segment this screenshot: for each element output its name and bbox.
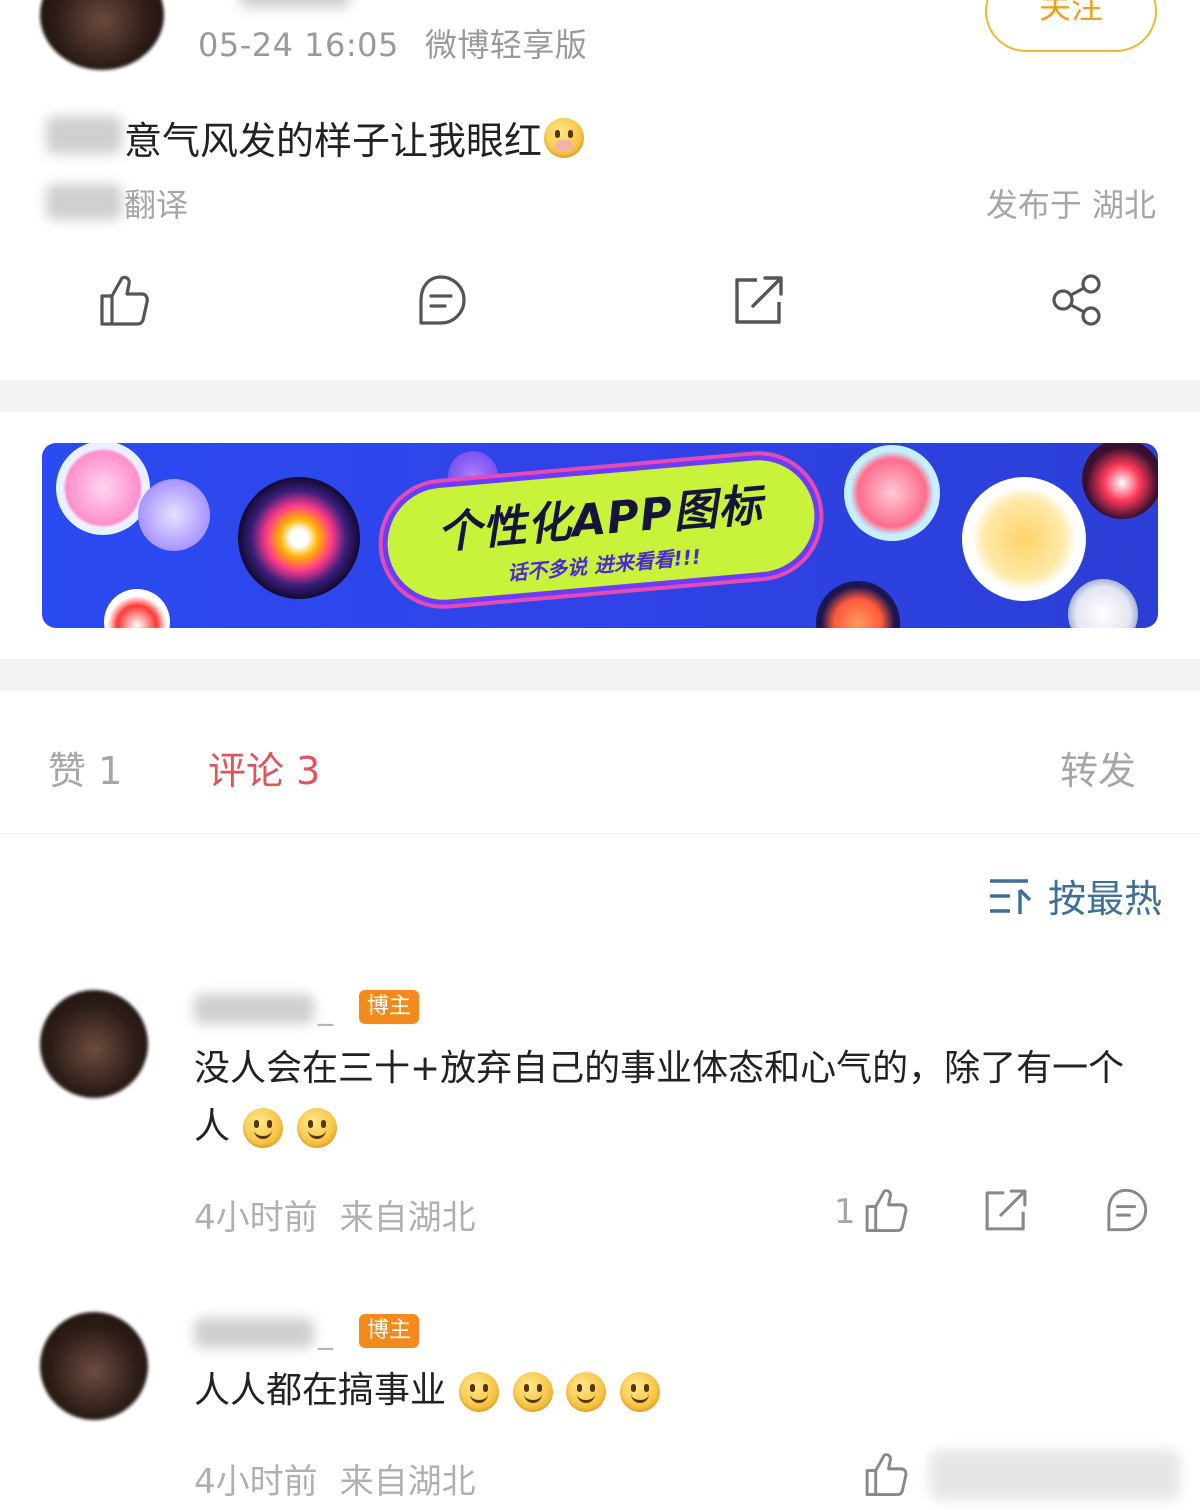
comment-icon[interactable] [413,272,469,328]
comment-repost-icon[interactable] [982,1186,1030,1234]
tab-likes[interactable]: 赞 1 [48,740,122,795]
weibo-gradient-icon [238,477,360,599]
section-divider [0,659,1200,691]
post-text-content: 意气风发的样子让我眼红 [124,119,543,163]
purple-cloud-icon [138,479,210,551]
comment-like-count: 1 [834,1192,856,1232]
section-divider [0,380,1200,412]
comment-meta: 4小时前 来自湖北 [194,1454,476,1503]
author-badge: 博主 [359,1314,420,1348]
banner-title: 个性化APP图标 [435,479,765,559]
post-meta: 05-24 16:05 微博轻享版 [198,20,587,66]
smile-emoji-icon [566,1372,607,1412]
follow-button-label: 关注 [1038,0,1103,26]
banner-pill: 个性化APP图标 话不多说 进来看看!!! [377,450,825,610]
pink-cloud-icon [56,443,150,535]
orange-cloud-icon [816,581,900,628]
blurred-overlay [930,1450,1180,1500]
commenter-name-blurred[interactable] [194,1318,314,1348]
share-icon[interactable] [1049,272,1105,328]
comment-like-icon[interactable] [862,1186,910,1234]
comment-text: 人人都在搞事业 [194,1362,1154,1420]
commenter-name-suffix: _ [318,992,333,1027]
comment-meta: 4小时前 来自湖北 [194,1190,476,1239]
comment-avatar[interactable] [40,990,148,1098]
post-source[interactable]: 微博轻享版 [425,26,588,64]
author-badge: 博主 [359,990,420,1024]
like-icon[interactable] [96,272,152,328]
comment-like-icon[interactable] [862,1450,910,1498]
smile-emoji-icon [619,1372,660,1412]
smile-emoji-icon [512,1372,553,1412]
comment-time: 4小时前 [194,1462,318,1502]
panda-icon [1068,579,1138,628]
tabs-divider [0,833,1200,834]
post-location: 发布于 湖北 [985,186,1156,224]
comment-text-content: 人人都在搞事业 [194,1370,447,1411]
tab-comments[interactable]: 评论 3 [208,740,320,795]
sort-icon [989,878,1032,914]
dog-mascot-icon [962,477,1086,601]
sort-label: 按最热 [1047,877,1162,921]
translate-link[interactable]: 翻译 [124,180,188,226]
commenter-name-blurred[interactable] [194,994,314,1024]
sort-toggle[interactable]: 按最热 [988,868,1162,923]
comment-reply-icon[interactable] [1102,1186,1150,1234]
mention-blurred [46,116,122,154]
post-timestamp: 05-24 16:05 [198,26,399,64]
comment-location: 来自湖北 [339,1198,476,1238]
post-text: 意气风发的样子让我眼红 [124,110,585,165]
commenter-name-suffix: _ [318,1316,333,1351]
author-avatar[interactable] [40,0,164,70]
pink-cotton-candy-icon [844,445,940,541]
comment-text: 没人会在三十+放弃自己的事业体态和心气的，除了有一个人 [194,1040,1154,1156]
smile-emoji-icon [296,1108,337,1148]
repost-icon[interactable] [731,272,787,328]
comment-location: 来自湖北 [339,1462,476,1502]
ad-banner[interactable]: 个性化APP图标 话不多说 进来看看!!! [42,443,1158,628]
smile-emoji-icon [459,1372,500,1412]
comment-time: 4小时前 [194,1198,318,1238]
teary-emoji-icon [544,117,585,158]
weibo-red-icon [104,589,170,628]
smile-emoji-icon [243,1108,284,1148]
follow-button[interactable]: 关注 [985,0,1157,52]
tab-reposts[interactable]: 转发 [1060,740,1136,795]
translate-prefix-blurred [46,184,122,220]
author-name-blurred [240,0,350,8]
weibo-dark-icon [1082,443,1158,519]
comment-avatar[interactable] [40,1312,148,1420]
